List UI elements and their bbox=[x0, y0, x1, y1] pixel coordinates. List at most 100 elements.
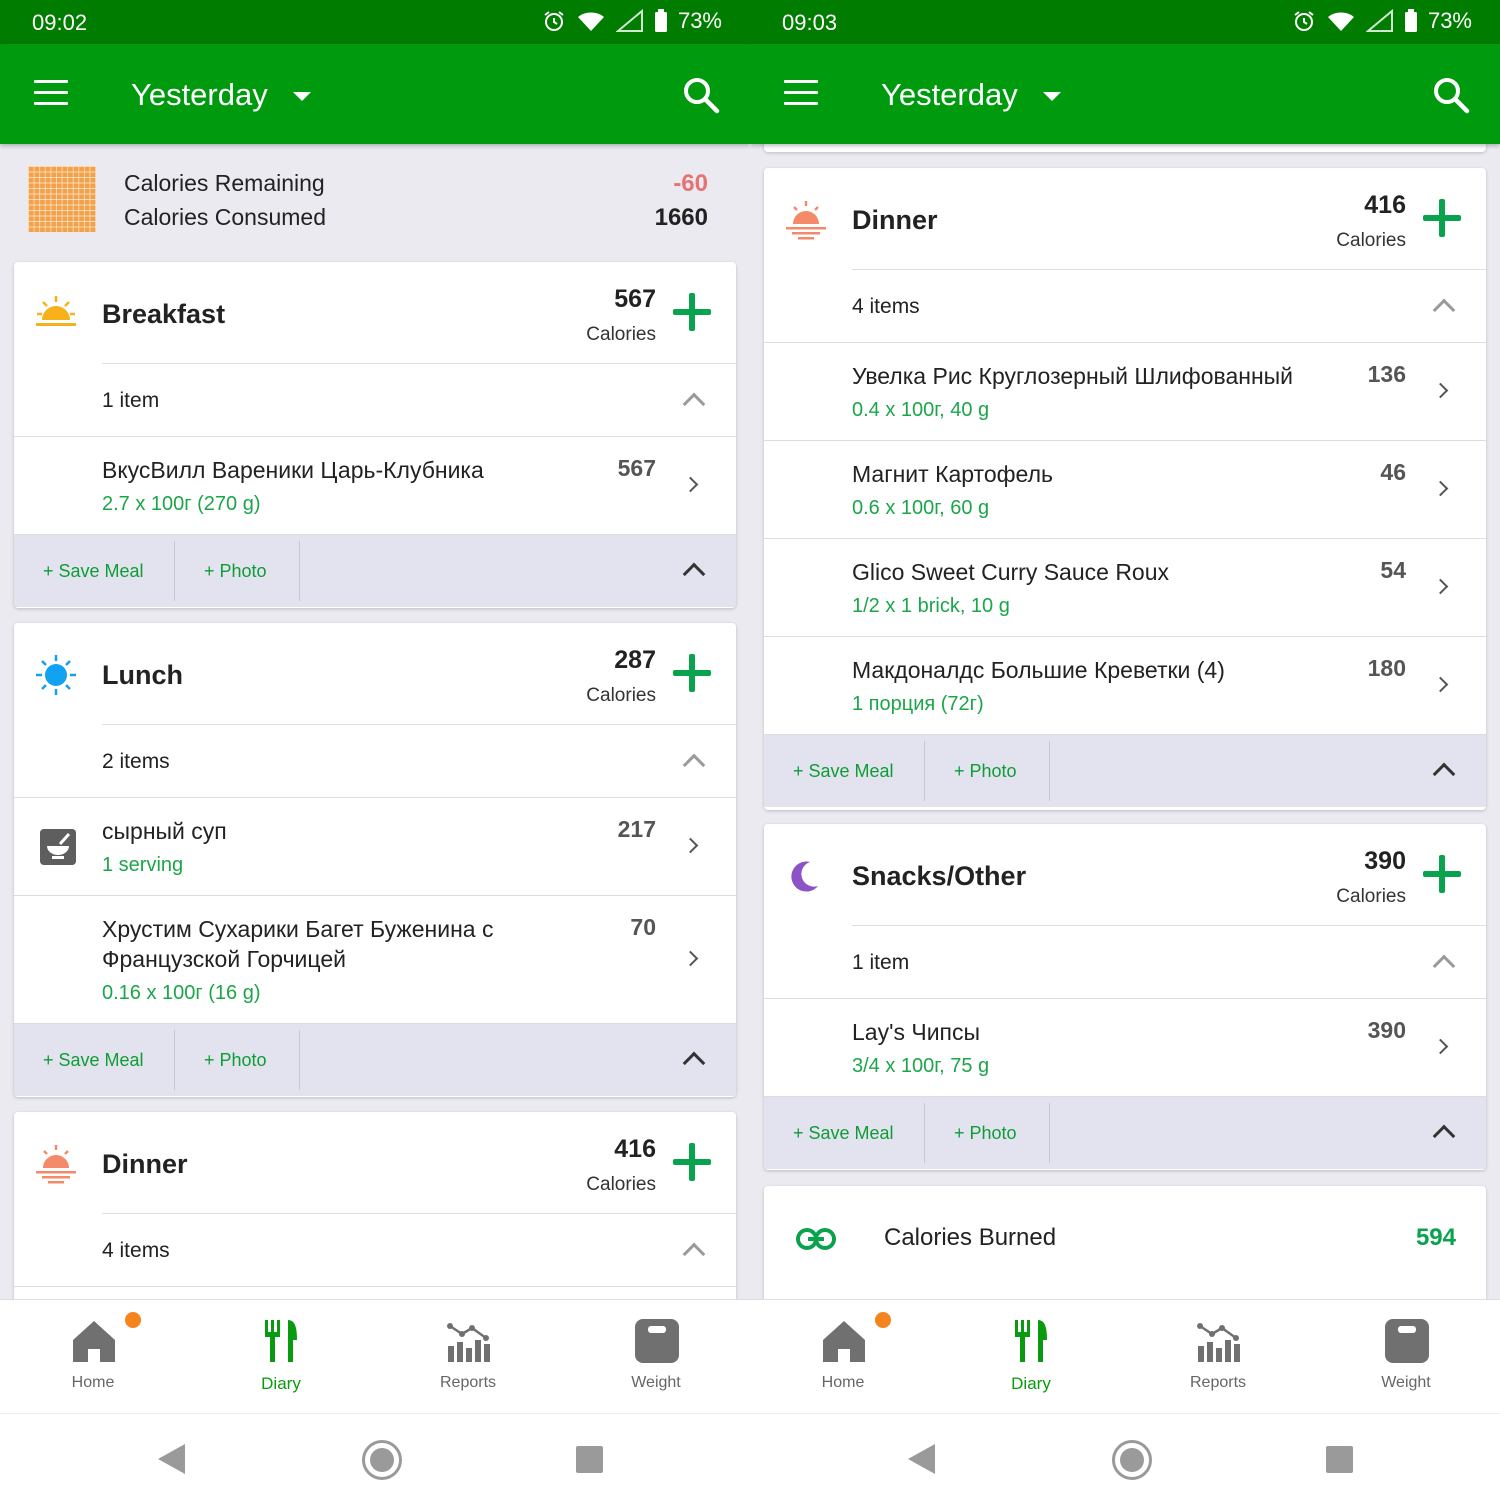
collapse-actions-icon[interactable] bbox=[682, 1051, 706, 1075]
item-count-row[interactable]: 2 items bbox=[14, 725, 736, 798]
food-item[interactable]: Увелка Рис Круглозерный Шлифованный 0.4 … bbox=[764, 343, 1486, 441]
food-name: Увелка Рис Круглозерный Шлифованный bbox=[852, 363, 1294, 389]
meal-calories: 416 bbox=[614, 1135, 656, 1163]
meal-calories-label: Calories bbox=[586, 324, 656, 345]
collapse-icon[interactable] bbox=[682, 753, 706, 777]
photo-button[interactable]: + Photo bbox=[204, 561, 267, 582]
meal-actions: + Save Meal + Photo bbox=[14, 535, 736, 607]
meal-name: Snacks/Other bbox=[852, 861, 1027, 891]
collapse-icon[interactable] bbox=[1432, 298, 1456, 322]
collapse-icon[interactable] bbox=[682, 1242, 706, 1266]
add-food-button[interactable] bbox=[1423, 855, 1461, 893]
save-meal-button[interactable]: + Save Meal bbox=[793, 1123, 894, 1144]
system-navigation bbox=[750, 1413, 1500, 1500]
status-time: 09:03 bbox=[782, 10, 838, 35]
food-item[interactable]: Магнит Картофель 0.6 x 100г, 60 g 46 bbox=[764, 441, 1486, 539]
meal-header: Dinner 416 Calories bbox=[786, 168, 1486, 270]
collapse-icon[interactable] bbox=[1432, 954, 1456, 978]
date-selector[interactable]: Yesterday bbox=[881, 77, 1018, 113]
add-food-button[interactable] bbox=[673, 1143, 711, 1181]
photo-button[interactable]: + Photo bbox=[954, 1123, 1017, 1144]
chevron-down-icon[interactable] bbox=[293, 92, 311, 101]
home-circle-icon[interactable] bbox=[1112, 1440, 1152, 1480]
search-icon[interactable] bbox=[1432, 76, 1470, 114]
meal-name: Breakfast bbox=[102, 299, 226, 329]
collapse-actions-icon[interactable] bbox=[682, 562, 706, 586]
menu-icon[interactable] bbox=[784, 80, 818, 108]
divider bbox=[924, 741, 925, 801]
chevron-right-icon bbox=[682, 950, 699, 967]
food-serving: 1 порция (72г) bbox=[852, 693, 984, 715]
food-calories: 70 bbox=[630, 914, 656, 940]
food-name: ВкусВилл Вареники Царь-Клубника bbox=[102, 457, 484, 483]
save-meal-button[interactable]: + Save Meal bbox=[793, 761, 894, 782]
calorie-summary[interactable]: Calories Remaining -60 Calories Consumed… bbox=[0, 144, 750, 262]
photo-button[interactable]: + Photo bbox=[204, 1050, 267, 1071]
item-count-row[interactable]: 1 item bbox=[14, 364, 736, 437]
sunrise-icon bbox=[36, 296, 76, 326]
lunch-card: Lunch 287 Calories 2 items сырный суп 1 … bbox=[14, 623, 736, 1097]
item-count-row[interactable]: 1 item bbox=[764, 926, 1486, 999]
meal-actions: + Save Meal + Photo bbox=[14, 1024, 736, 1096]
back-icon[interactable] bbox=[908, 1444, 935, 1474]
food-item[interactable]: Макдоналдс Большие Креветки (4) 1 порция… bbox=[764, 637, 1486, 735]
save-meal-button[interactable]: + Save Meal bbox=[43, 561, 144, 582]
status-bar: 09:03 73% bbox=[750, 0, 1500, 44]
food-calories: 567 bbox=[617, 455, 656, 481]
diary-content[interactable]: Calories Remaining -60 Calories Consumed… bbox=[0, 144, 750, 1299]
food-item[interactable]: сырный суп 1 serving 217 bbox=[14, 798, 736, 896]
home-circle-icon[interactable] bbox=[362, 1440, 402, 1480]
battery-icon bbox=[654, 9, 667, 32]
food-item[interactable]: Glico Sweet Curry Sauce Roux 1/2 x 1 bri… bbox=[764, 539, 1486, 637]
add-food-button[interactable] bbox=[1423, 199, 1461, 237]
home-icon bbox=[823, 1321, 865, 1362]
left-screen: 09:02 73% Yesterday Calories Remaining -… bbox=[0, 0, 750, 1500]
photo-button[interactable]: + Photo bbox=[954, 761, 1017, 782]
back-icon[interactable] bbox=[158, 1444, 185, 1474]
calories-burned-value: 594 bbox=[1415, 1224, 1456, 1251]
food-serving: 0.6 x 100г, 60 g bbox=[852, 497, 990, 519]
food-item[interactable]: Lay's Чипсы 3/4 x 100г, 75 g 390 bbox=[764, 999, 1486, 1097]
home-icon bbox=[73, 1321, 115, 1362]
wifi-icon bbox=[1327, 12, 1354, 31]
date-selector[interactable]: Yesterday bbox=[131, 77, 268, 113]
food-calories: 180 bbox=[1367, 655, 1406, 681]
nav-home-label: Home bbox=[71, 1374, 115, 1391]
nav-weight-label: Weight bbox=[1381, 1374, 1431, 1391]
collapse-actions-icon[interactable] bbox=[1432, 1124, 1456, 1148]
item-count: 4 items bbox=[102, 1239, 170, 1262]
app-bar: Yesterday bbox=[750, 44, 1500, 144]
wifi-icon bbox=[577, 12, 604, 31]
add-food-button[interactable] bbox=[673, 654, 711, 692]
add-food-button[interactable] bbox=[673, 293, 711, 331]
recents-icon[interactable] bbox=[1326, 1446, 1353, 1473]
item-count: 4 items bbox=[852, 295, 920, 318]
menu-icon[interactable] bbox=[34, 80, 68, 108]
divider bbox=[299, 1030, 300, 1090]
item-count-row[interactable]: 4 items bbox=[764, 270, 1486, 343]
food-item[interactable]: ВкусВилл Вареники Царь-Клубника 2.7 x 10… bbox=[14, 437, 736, 535]
diary-content[interactable]: Dinner 416 Calories 4 items Увелка Рис К… bbox=[750, 144, 1500, 1299]
calories-burned-card[interactable]: Calories Burned 594 bbox=[764, 1186, 1486, 1299]
collapse-actions-icon[interactable] bbox=[1432, 762, 1456, 786]
chevron-down-icon[interactable] bbox=[1043, 92, 1061, 101]
divider bbox=[1049, 1103, 1050, 1163]
diary-icon bbox=[265, 1320, 297, 1362]
item-count-row[interactable]: 4 items bbox=[14, 1214, 736, 1287]
food-item[interactable]: Хрустим Сухарики Багет Буженина с Францу… bbox=[14, 896, 736, 1024]
nav-diary-label: Diary bbox=[261, 1374, 301, 1393]
save-meal-button[interactable]: + Save Meal bbox=[43, 1050, 144, 1071]
food-serving: 3/4 x 100г, 75 g bbox=[852, 1055, 990, 1077]
food-name: сырный суп bbox=[102, 818, 227, 844]
consumed-label: Calories Consumed bbox=[124, 204, 326, 230]
consumed-value: 1660 bbox=[654, 204, 708, 231]
search-icon[interactable] bbox=[682, 76, 720, 114]
signal-icon bbox=[1365, 9, 1393, 32]
recents-icon[interactable] bbox=[576, 1446, 603, 1473]
calories-burned-label: Calories Burned bbox=[884, 1224, 1057, 1251]
collapse-icon[interactable] bbox=[682, 392, 706, 416]
battery-percent: 73% bbox=[677, 8, 722, 33]
food-name: Lay's Чипсы bbox=[852, 1019, 981, 1045]
food-calories: 54 bbox=[1380, 557, 1406, 583]
alarm-icon bbox=[544, 11, 564, 31]
